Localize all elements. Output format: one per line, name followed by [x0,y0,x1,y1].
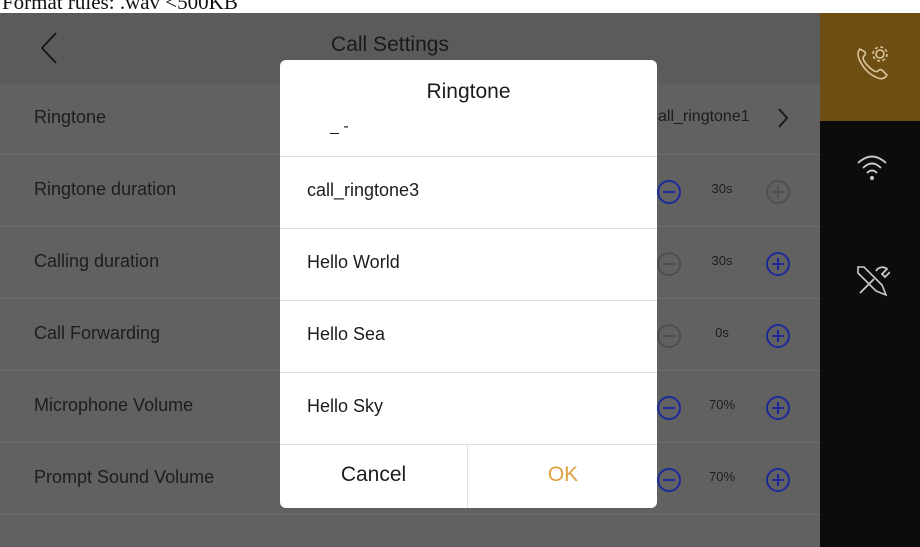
page-title: Call Settings [331,33,449,56]
chevron-right-icon [778,108,789,128]
ok-button[interactable]: OK [469,445,657,508]
sidebar [820,13,920,547]
wifi-icon[interactable] [855,153,889,183]
ringtone-duration-label: Ringtone duration [34,179,177,199]
microphone-volume-label: Microphone Volume [34,395,194,415]
minus-icon[interactable] [657,468,681,492]
format-rules-text: Format rules: .wav <500KB [2,0,238,13]
ringtone-dialog: Ringtone _ - call_ringtone3 Hello World … [280,60,657,508]
plus-icon[interactable] [766,324,790,348]
minus-icon[interactable] [657,396,681,420]
minus-icon[interactable] [657,180,681,204]
plus-icon[interactable] [766,252,790,276]
sidebar-item-call-settings[interactable] [820,13,920,121]
ringtone-option[interactable]: Hello Sky [280,372,657,444]
format-rules-caption: Format rules: .wav <500KB [0,0,920,13]
ringtone-option-label: call_ringtone3 [307,180,420,200]
ringtone-option[interactable]: Hello Sea [280,300,657,372]
partial-option-text: _ - [330,118,349,135]
ringtone-option-label: Hello World [307,252,400,272]
call-forwarding-label: Call Forwarding [34,323,161,343]
microphone-volume-value: 70% [708,397,736,412]
plus-icon[interactable] [766,468,790,492]
ringtone-option[interactable]: call_ringtone3 [280,156,657,228]
call-settings-screen: Call Settings Ringtone call_ringtone1 Ri… [0,13,920,547]
ringtone-label: Ringtone [34,107,107,127]
call-forwarding-value: 0s [715,325,729,340]
calling-duration-value: 30s [711,253,733,268]
minus-icon[interactable] [657,324,681,348]
minus-icon[interactable] [657,252,681,276]
ringtone-option-label: Hello Sky [307,396,384,416]
prompt-sound-volume-label: Prompt Sound Volume [34,467,215,487]
dialog-title: Ringtone [426,80,511,103]
calling-duration-label: Calling duration [34,251,160,271]
prompt-sound-volume-value: 70% [708,469,736,484]
call-settings-icon [857,46,888,80]
ringtone-option[interactable]: Hello World [280,228,657,300]
ringtone-option-label: Hello Sea [307,324,386,344]
ringtone-duration-value: 30s [711,181,733,196]
tools-icon[interactable] [854,263,890,299]
cancel-button[interactable]: Cancel [280,445,468,508]
dialog-footer: Cancel OK [280,444,657,508]
plus-icon[interactable] [766,396,790,420]
ringtone-value: call_ringtone1 [650,108,750,125]
plus-icon[interactable] [766,180,790,204]
